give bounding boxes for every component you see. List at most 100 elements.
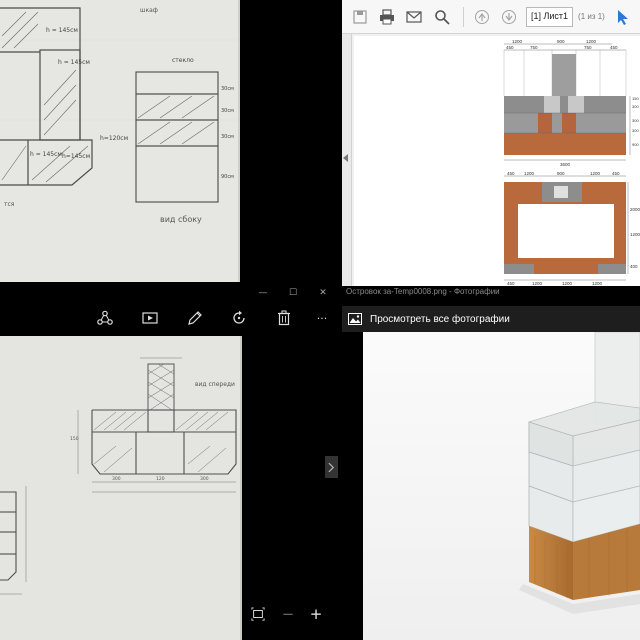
- more-icon: ···: [316, 311, 328, 325]
- edit-icon: [188, 311, 202, 325]
- dim-label: 400: [630, 264, 638, 269]
- sketch-dim: 300: [200, 476, 209, 482]
- zoom-out-icon: −: [281, 605, 295, 623]
- viewer-titlebar: — ☐ ✕: [0, 286, 338, 300]
- previous-page-button[interactable]: [472, 6, 492, 28]
- dim-label: 900: [557, 39, 565, 44]
- view-all-photos-link[interactable]: Просмотреть все фотографии: [370, 314, 510, 325]
- fit-screen-icon: [251, 607, 265, 621]
- sketch-note: шкаф: [140, 7, 158, 14]
- share-icon: [97, 310, 113, 325]
- sketch-photo-bottom-left: вид спереди 300 120 300 150: [0, 336, 242, 640]
- zoom-in-icon: +: [309, 605, 323, 623]
- view-all-photos-bar[interactable]: Просмотреть все фотографии: [342, 306, 640, 332]
- dim-label: 450: [612, 171, 620, 176]
- search-button[interactable]: [432, 6, 452, 28]
- sketch-note: h = 145см: [58, 59, 90, 66]
- delete-icon: [278, 310, 290, 326]
- print-button[interactable]: [377, 6, 397, 28]
- fit-screen-button[interactable]: [248, 604, 268, 624]
- sketch-note: h = 145см: [46, 27, 78, 34]
- dim-label: 900: [557, 171, 565, 176]
- dim-label: 900: [632, 142, 639, 147]
- dim-label: 1200: [590, 171, 601, 176]
- rotate-button[interactable]: [229, 308, 249, 328]
- dim-label: 1200: [524, 171, 535, 176]
- sketch-dim: 150: [70, 436, 79, 442]
- slideshow-button[interactable]: [140, 308, 160, 328]
- photo-icon: [348, 313, 362, 325]
- pdf-toolbar: [1] Лист1 (1 из 1): [342, 0, 640, 34]
- dim-label: 750: [530, 45, 538, 50]
- page-number-field[interactable]: [1] Лист1: [525, 6, 574, 27]
- sketch-dim: 120: [156, 476, 165, 482]
- sketch-note: 90см: [221, 174, 234, 180]
- rotate-icon: [233, 310, 245, 324]
- zoom-out-button[interactable]: −: [278, 604, 298, 624]
- dim-label: 750: [584, 45, 592, 50]
- pdf-viewer-window: [1] Лист1 (1 из 1) 1200 1200 450 750 900: [342, 0, 640, 286]
- sketch-drawing-front: вид спереди 300 120 300 150: [0, 336, 242, 640]
- toolbar-separator: [462, 6, 464, 27]
- arrow-up-icon: [474, 9, 489, 24]
- slideshow-icon: [142, 312, 158, 324]
- dim-label: 3600: [560, 162, 571, 167]
- photos-app-window: Островок за-Temp0008.png - Фотографии Пр…: [342, 286, 640, 640]
- sketch-note: вид сбоку: [160, 215, 202, 224]
- search-icon: [434, 9, 450, 25]
- dim-label: 1200: [512, 39, 523, 44]
- more-button[interactable]: ···: [312, 308, 332, 328]
- cursor-icon: [617, 9, 628, 25]
- zoom-in-button[interactable]: +: [306, 604, 326, 624]
- maximize-button[interactable]: ☐: [278, 286, 308, 300]
- sketch-note: тся: [4, 201, 15, 208]
- pdf-page: 1200 1200 450 750 900 750 450 3600 150 3…: [354, 36, 640, 286]
- page-count: (1 из 1): [578, 12, 605, 21]
- sketch-note: вид спереди: [195, 381, 235, 388]
- save-icon: [353, 9, 367, 24]
- chevron-right-icon: [328, 462, 335, 472]
- dim-label: 450: [610, 45, 618, 50]
- share-button[interactable]: [95, 308, 115, 328]
- dim-label: 450: [507, 171, 515, 176]
- sketch-drawing: h = 145см h = 145см h=145см h = 145см шк…: [0, 0, 240, 282]
- sketch-note: 30см: [221, 134, 234, 140]
- next-page-button[interactable]: [499, 6, 519, 28]
- select-tool-button[interactable]: [613, 6, 633, 28]
- viewer-toolbar: ···: [0, 300, 338, 336]
- dim-label: 1200: [630, 232, 640, 237]
- dim-label: 150: [632, 96, 639, 101]
- dim-label: 300: [632, 104, 639, 109]
- rendered-photo: [363, 332, 640, 640]
- technical-drawing: 1200 1200 450 750 900 750 450 3600 150 3…: [354, 36, 640, 286]
- expand-arrow-icon: [343, 154, 348, 162]
- counter-render: [363, 332, 640, 640]
- photos-left-strip: [342, 332, 363, 640]
- sketch-note: стекло: [172, 57, 194, 64]
- arrow-down-icon: [501, 9, 516, 24]
- dim-label: 300: [632, 128, 639, 133]
- image-viewer-window: — ☐ ✕ ··· вид спереди 300 120 300 150 − …: [0, 286, 338, 640]
- dim-label: 450: [506, 45, 514, 50]
- delete-button[interactable]: [274, 308, 294, 328]
- sketch-note: h=120см: [100, 135, 128, 142]
- pdf-sidebar-toggle[interactable]: [342, 34, 352, 286]
- minimize-button[interactable]: —: [248, 286, 278, 300]
- sketch-note: h=145см: [62, 153, 90, 160]
- desktop-screen: h = 145см h = 145см h=145см h = 145см шк…: [0, 0, 640, 640]
- email-button[interactable]: [404, 6, 424, 28]
- sketch-note: h = 145см: [30, 151, 62, 158]
- dim-label: 300: [632, 118, 639, 123]
- save-button[interactable]: [350, 6, 370, 28]
- sketch-photo-top-left: h = 145см h = 145см h=145см h = 145см шк…: [0, 0, 240, 282]
- print-icon: [380, 8, 395, 24]
- next-image-button[interactable]: [325, 456, 338, 478]
- mail-icon: [406, 10, 423, 23]
- sketch-note: 30см: [221, 86, 234, 92]
- dim-label: 1200: [586, 39, 597, 44]
- edit-button[interactable]: [185, 308, 205, 328]
- close-button[interactable]: ✕: [308, 286, 338, 300]
- window-title: Островок за-Temp0008.png - Фотографии: [346, 287, 500, 296]
- sketch-note: 30см: [221, 108, 234, 114]
- dim-label: 2000: [630, 207, 640, 212]
